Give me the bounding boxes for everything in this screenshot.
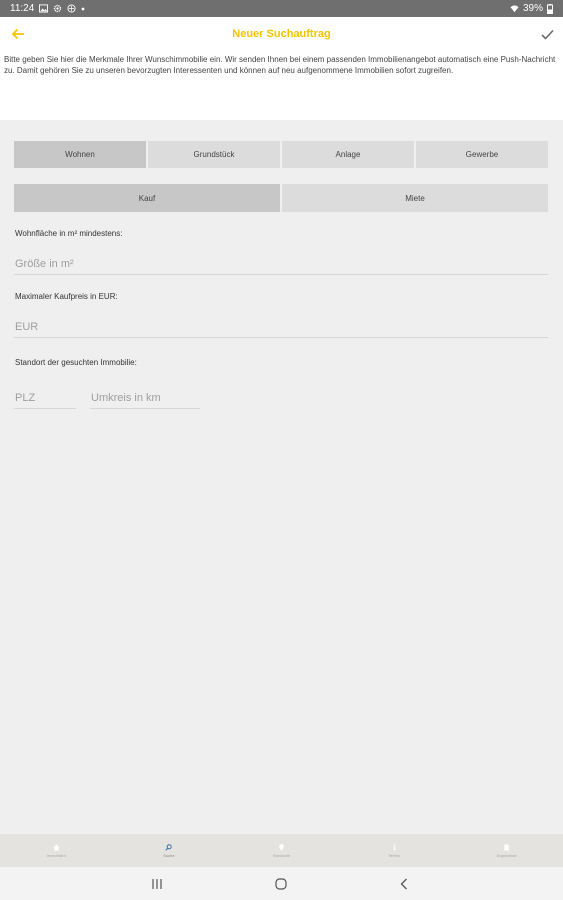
radius-field-container: [90, 387, 200, 409]
search-icon: [165, 843, 173, 851]
confirm-button[interactable]: [537, 24, 557, 44]
price-field-container: [14, 316, 548, 338]
location-pin-icon: [279, 843, 284, 851]
info-icon: [393, 843, 395, 851]
nav-label: Suche: [163, 852, 175, 858]
home-icon: [53, 843, 60, 851]
transaction-type-selector: Kauf Miete: [14, 184, 548, 212]
tab-grundstueck[interactable]: Grundstück: [148, 141, 280, 168]
price-input[interactable]: [14, 316, 548, 337]
radius-input[interactable]: [90, 387, 200, 408]
recent-apps-icon: [152, 879, 162, 889]
home-button[interactable]: [272, 875, 290, 893]
app-bar: Neuer Suchauftrag: [0, 17, 563, 51]
location-label: Standort der gesuchten Immobilie:: [15, 358, 137, 367]
back-button-icon: [400, 878, 407, 890]
vpn-icon: [67, 4, 76, 13]
area-label: Wohnfläche in m² mindestens:: [15, 229, 123, 238]
system-navigation-bar: [0, 867, 563, 900]
check-icon: [540, 29, 554, 40]
status-time: 11:24: [10, 3, 35, 14]
tab-wohnen[interactable]: Wohnen: [14, 141, 146, 168]
nav-item-ergebnisse[interactable]: Ergebnisse: [450, 834, 563, 867]
price-label: Maximaler Kaufpreis in EUR:: [15, 292, 118, 301]
nav-label: Ergebnisse: [496, 852, 517, 858]
property-type-selector: Wohnen Grundstück Anlage Gewerbe: [14, 141, 548, 168]
intro-text: Bitte geben Sie hier die Merkmale Ihrer …: [0, 51, 563, 120]
arrow-left-icon: [11, 28, 24, 40]
home-button-icon: [275, 878, 287, 890]
wifi-icon: [510, 5, 519, 13]
tab-gewerbe[interactable]: Gewerbe: [416, 141, 548, 168]
battery-icon: [547, 3, 553, 14]
back-button[interactable]: [8, 24, 28, 44]
tab-anlage[interactable]: Anlage: [282, 141, 414, 168]
euro-icon: [504, 843, 509, 851]
nav-label: Standorte: [272, 852, 291, 858]
tab-kauf[interactable]: Kauf: [14, 184, 280, 212]
settings-icon: [54, 4, 62, 13]
status-bar: 11:24 39%: [0, 0, 563, 17]
battery-percent: 39%: [522, 3, 543, 14]
nav-item-suche[interactable]: Suche: [113, 834, 226, 867]
nav-label: Termin: [388, 852, 401, 858]
zip-field-container: [14, 387, 76, 409]
tab-miete[interactable]: Miete: [282, 184, 548, 212]
nav-label: Immobilien: [46, 852, 66, 858]
dot-icon: [81, 7, 85, 10]
page-title: Neuer Suchauftrag: [232, 28, 331, 40]
nav-item-termin[interactable]: Termin: [338, 834, 451, 867]
area-input[interactable]: [14, 253, 548, 274]
bottom-navigation: Immobilien Suche Standorte Termin Ergebn…: [0, 834, 563, 867]
zip-input[interactable]: [14, 387, 76, 408]
image-icon: [39, 4, 49, 13]
nav-item-standorte[interactable]: Standorte: [225, 834, 338, 867]
area-field-container: [14, 253, 548, 275]
back-button-system[interactable]: [395, 875, 413, 893]
recent-apps-button[interactable]: [148, 875, 166, 893]
nav-item-immobilien[interactable]: Immobilien: [0, 834, 113, 867]
